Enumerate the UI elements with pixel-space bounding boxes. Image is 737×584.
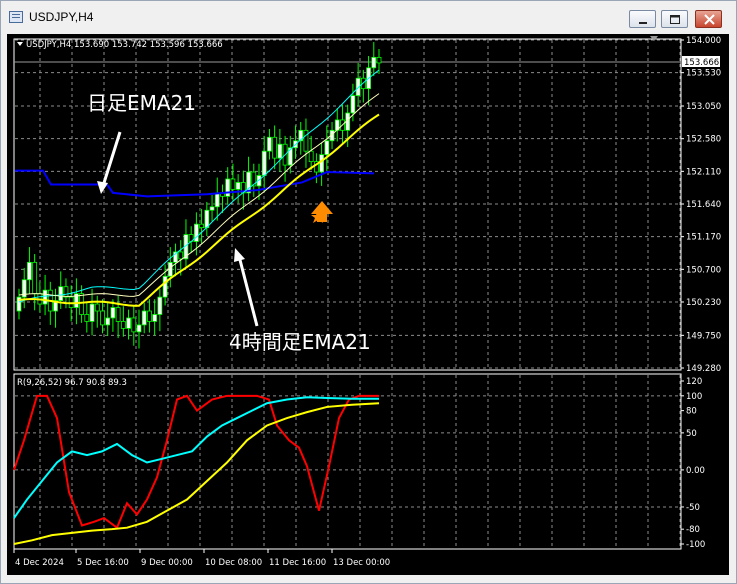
candle-body	[58, 286, 64, 301]
price-tick-label: 153.530	[686, 69, 721, 79]
indicator-tick-label: 0.00	[686, 466, 705, 476]
current-price-badge: 153.666	[682, 56, 720, 68]
candle-body	[94, 303, 100, 312]
time-tick-label: 10 Dec 08:00	[205, 558, 262, 568]
close-button[interactable]	[695, 10, 722, 28]
chart-header: USDJPY,H4 153.690 153.742 153.596 153.66…	[26, 40, 223, 50]
price-tick-label: 150.230	[686, 298, 721, 308]
indicator-tick-label: -80	[686, 525, 700, 535]
rci-long-line	[13, 402, 380, 545]
time-tick-label: 11 Dec 16:00	[269, 558, 326, 568]
candle-body	[157, 296, 163, 315]
candle-body	[214, 192, 220, 208]
chart-area[interactable]: USDJPY,H4 153.690 153.742 153.596 153.66…	[7, 34, 729, 575]
daily-ema-pointer	[101, 131, 122, 187]
indicator-tick-label: 100	[686, 392, 702, 402]
candle-body	[152, 314, 158, 322]
time-tick-label: 4 Dec 2024	[15, 558, 64, 568]
candle-body	[141, 310, 147, 326]
price-tick-label: 152.580	[686, 135, 721, 145]
price-tick-label: 151.640	[686, 200, 721, 210]
price-tick-label: 151.170	[686, 233, 721, 243]
h4-ema-pointer	[237, 255, 259, 327]
maximize-button[interactable]	[661, 10, 688, 28]
terminal-window: USDJPY,H4 USDJPY,H4 153.690 153.742 153.…	[0, 0, 737, 584]
price-tick-label: 154.000	[686, 36, 721, 46]
cyan-ma-line	[18, 69, 380, 303]
candle-body	[105, 317, 111, 326]
time-axis: 4 Dec 2024 5 Dec 16:00 9 Dec 00:00 10 Dec 0…	[13, 549, 390, 568]
time-tick-label: 9 Dec 00:00	[141, 558, 193, 568]
candle-body	[350, 95, 356, 114]
time-tick-label: 5 Dec 16:00	[77, 558, 129, 568]
candle-body	[63, 286, 69, 298]
candle-body	[371, 56, 377, 69]
chart-canvas[interactable]: USDJPY,H4 153.690 153.742 153.596 153.66…	[7, 34, 729, 575]
price-tick-label: 152.110	[686, 167, 721, 177]
candle-body	[235, 182, 241, 190]
candle-body	[308, 150, 314, 163]
candle-body	[267, 136, 272, 152]
candle-body	[204, 209, 210, 229]
candle-body	[376, 56, 382, 64]
candle-body	[272, 136, 278, 159]
candle-body	[32, 261, 38, 295]
indicator-tick-label: 80	[686, 407, 697, 417]
indicator-tick-label: 120	[686, 377, 702, 387]
rci-short-line	[13, 394, 379, 530]
chart-menu-triangle-icon[interactable]	[17, 42, 23, 46]
candle-body	[178, 251, 184, 260]
rci-mid-line	[13, 396, 379, 519]
indicator-header: R(9,26,52) 96.7 90.8 89.3	[17, 378, 127, 388]
moving-averages	[15, 69, 380, 307]
candle-body	[131, 317, 137, 333]
candle-body	[319, 154, 325, 173]
indicator-axis: 120 100 80 50 0.00 -50 -80 -100	[681, 377, 705, 550]
minimize-button[interactable]	[629, 10, 656, 28]
candle-body	[277, 143, 283, 159]
candle-body	[147, 310, 152, 322]
candle-body	[120, 321, 126, 329]
main-grid	[15, 39, 681, 369]
price-tick-label: 150.700	[686, 265, 721, 275]
candle-body	[324, 140, 330, 156]
candle-body	[225, 178, 231, 197]
daily-ema-label: 日足EMA21	[87, 91, 196, 115]
candle-body	[162, 275, 168, 298]
candle-body	[126, 317, 131, 329]
candle-body	[27, 261, 32, 281]
candle-body	[303, 129, 309, 152]
indicator-tick-label: 50	[686, 429, 697, 439]
candle-body	[42, 289, 48, 305]
candle-body	[230, 178, 236, 190]
price-axis: 154.000 153.530 153.050 152.580 152.110 151.6…	[681, 36, 721, 374]
maximize-icon	[670, 15, 680, 24]
title-bar[interactable]: USDJPY,H4	[1, 1, 736, 33]
price-tick-label: 149.750	[686, 331, 721, 341]
indicator-tick-label: -50	[686, 503, 700, 513]
window-title: USDJPY,H4	[29, 10, 94, 24]
minimize-icon	[639, 22, 647, 24]
candle-body	[261, 150, 267, 176]
price-tick-label: 153.050	[686, 102, 721, 112]
chart-window-icon	[9, 11, 23, 23]
candle-body	[89, 303, 95, 322]
candle-body	[136, 324, 142, 333]
h4-ema-label: 4時間足EMA21	[229, 330, 371, 354]
daily-ema-line	[15, 169, 375, 198]
candle-body	[199, 223, 205, 229]
price-tick-label: 149.280	[686, 364, 721, 374]
candle-body	[79, 293, 85, 315]
time-tick-label: 13 Dec 00:00	[333, 558, 390, 568]
h4-ema-pointer-head	[234, 248, 245, 262]
indicator-tick-label: -100	[686, 540, 705, 550]
daily-ema-pointer-head	[97, 181, 108, 194]
candle-body	[84, 314, 90, 322]
close-icon	[704, 14, 715, 25]
candle-body	[100, 310, 105, 326]
candle-body	[110, 307, 116, 319]
svg-text:153.666: 153.666	[684, 58, 719, 68]
candle-body	[115, 307, 121, 322]
candle-body	[209, 206, 215, 211]
